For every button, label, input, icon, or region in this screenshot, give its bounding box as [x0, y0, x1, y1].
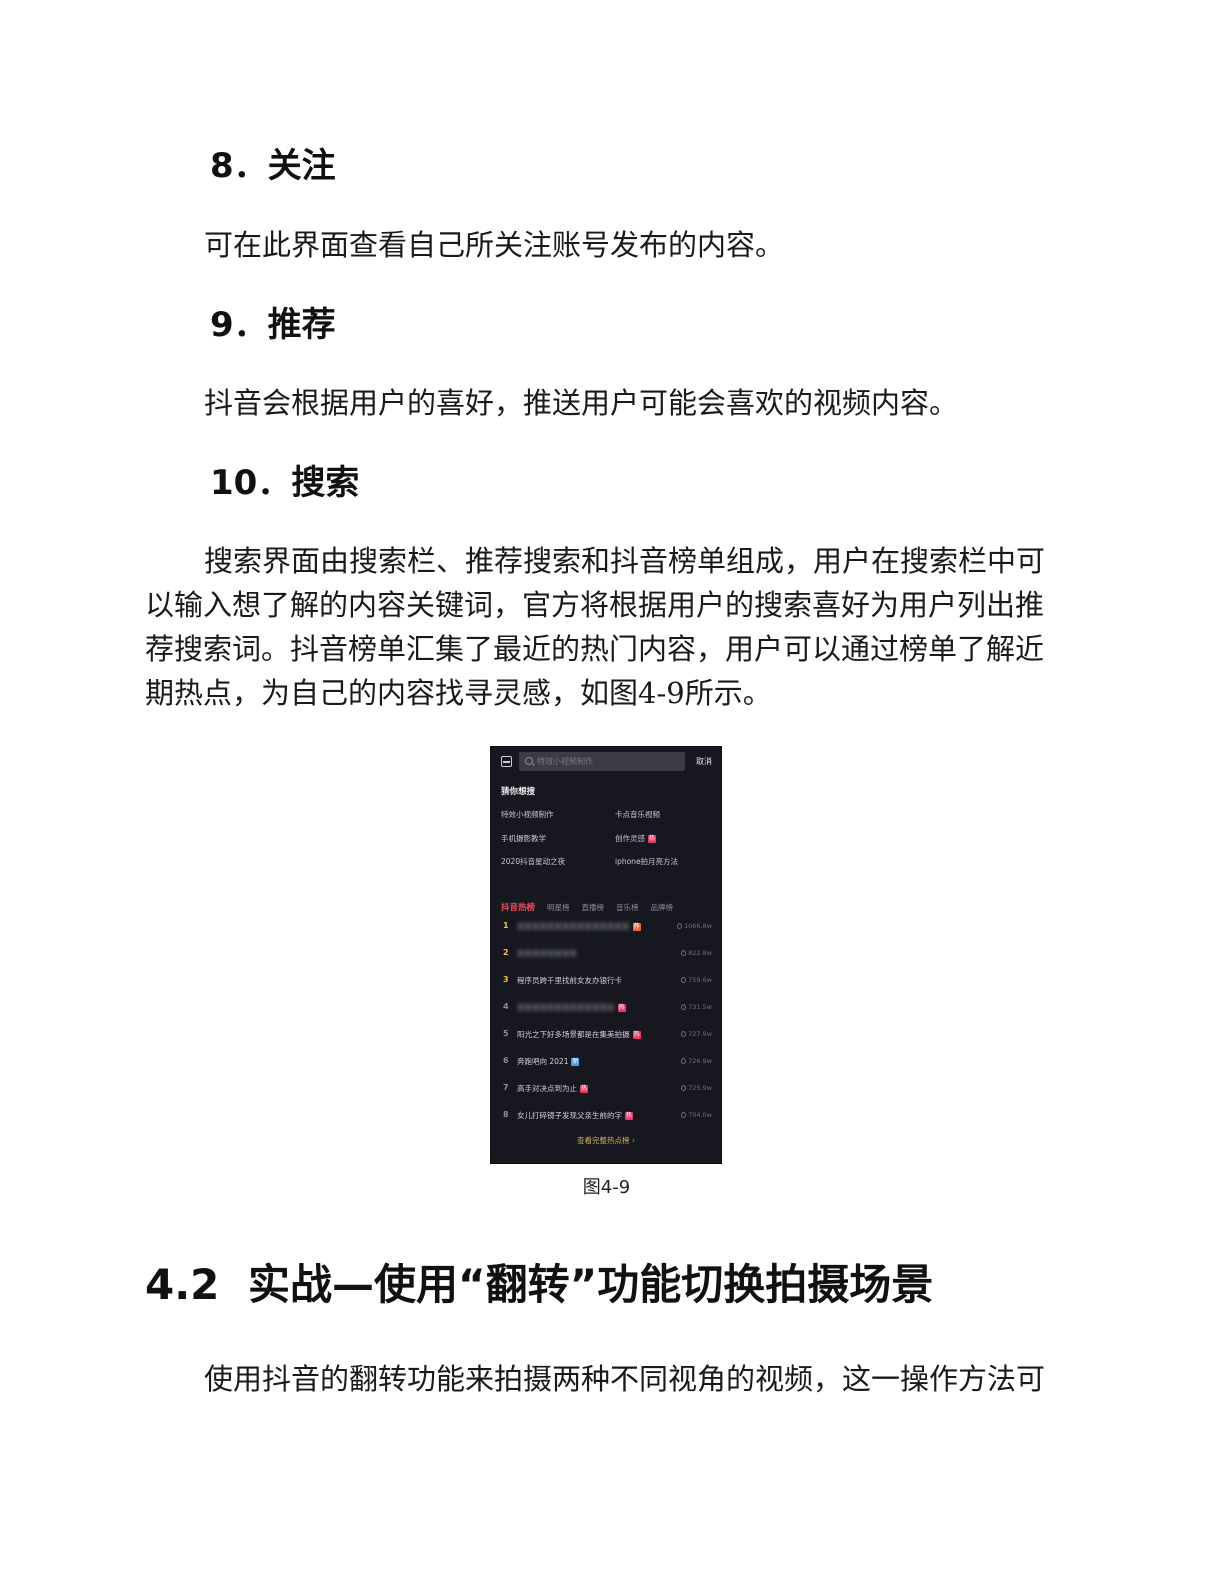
rank-number: 6	[503, 1056, 509, 1065]
rank-title: 奔跑吧向 2021 新	[517, 1057, 580, 1066]
search-icon	[525, 757, 533, 765]
rank-row[interactable]: 1 某某某某某某某某某某某某某某某荐 1066.8w	[491, 919, 721, 935]
hot-badge: 热	[617, 1004, 626, 1012]
rank-row[interactable]: 6 奔跑吧向 2021 新 726.9w	[491, 1054, 721, 1070]
rank-title: 程序员跨千里找前女友办银行卡	[517, 976, 622, 985]
scan-icon[interactable]	[501, 756, 512, 767]
rank-heat: 727.9w	[681, 1030, 712, 1038]
rank-heat: 1066.8w	[676, 922, 712, 930]
rank-tab[interactable]: 明星榜	[547, 902, 570, 913]
suggestion-item[interactable]: 特效小视频制作	[501, 809, 554, 820]
search-box[interactable]	[519, 752, 685, 771]
rank-tab[interactable]: 音乐榜	[616, 902, 639, 913]
rank-row[interactable]: 3 程序员跨千里找前女友办银行卡 759.6w	[491, 973, 721, 989]
rank-number: 7	[503, 1083, 509, 1092]
suggestion-text: iphone拍月亮方法	[615, 857, 679, 866]
suggestion-text: 卡点音乐视频	[615, 810, 660, 819]
rank-heat: 759.6w	[681, 976, 712, 984]
flame-icon	[681, 1031, 687, 1037]
suggestion-text: 2020抖音星动之夜	[501, 857, 566, 866]
section-heading-follow: 8．关注	[210, 146, 336, 186]
rank-heat: 725.9w	[681, 1084, 712, 1092]
recommend-description: 抖音会根据用户的喜好，推送用户可能会喜欢的视频内容。	[204, 386, 959, 420]
hot-badge: 热	[580, 1085, 588, 1093]
hot-badge: 热	[632, 1031, 641, 1039]
chevron-right-icon: ›	[631, 1136, 635, 1145]
hot-badge: 新	[571, 1058, 580, 1066]
rank-number: 8	[503, 1110, 509, 1119]
suggestion-text: 手机摄影教学	[501, 833, 546, 843]
section-body: 使用抖音的翻转功能来拍摄两种不同视角的视频，这一操作方法可	[204, 1362, 1046, 1396]
hot-badge: 荐	[632, 923, 641, 931]
rank-number: 2	[503, 948, 509, 957]
rank-title: 女儿打碎镜子发现父亲生前的字热	[517, 1111, 633, 1120]
rank-number: 4	[503, 1002, 509, 1011]
search-description: 搜索界面由搜索栏、推荐搜索和抖音榜单组成，用户在搜索栏中可 以输入想了解的内容关…	[145, 539, 1075, 715]
section-title: 4.2 实战—使用“翻转”功能切换拍摄场景	[145, 1260, 933, 1310]
rank-row[interactable]: 2 某某某某某某某某 822.8w	[491, 946, 721, 962]
search-input[interactable]	[537, 754, 677, 768]
paragraph-line: 期热点，为自己的内容找寻灵感，如图4-9所示。	[145, 676, 772, 710]
paragraph-line: 以输入想了解的内容关键词，官方将根据用户的搜索喜好为用户列出推	[145, 588, 1045, 622]
flame-icon	[676, 923, 682, 929]
suggestion-item[interactable]: iphone拍月亮方法	[615, 856, 678, 867]
section-heading-search: 10．搜索	[210, 463, 360, 503]
follow-description: 可在此界面查看自己所关注账号发布的内容。	[204, 228, 785, 262]
rank-row[interactable]: 8 女儿打碎镜子发现父亲生前的字热 704.0w	[491, 1108, 721, 1124]
search-bar-row: 取消	[491, 747, 721, 777]
rank-number: 3	[503, 975, 509, 984]
flame-icon	[681, 1112, 687, 1118]
rank-heat: 731.5w	[681, 1003, 712, 1011]
suggestion-text: 创作灵感	[615, 833, 645, 843]
flame-icon	[681, 1058, 687, 1064]
flame-icon	[681, 977, 687, 983]
rank-title: 阳光之下好多场景都是在集美拍摄热	[517, 1030, 641, 1039]
rank-number: 1	[503, 921, 509, 930]
rank-heat: 822.8w	[681, 949, 712, 957]
cancel-button[interactable]: 取消	[696, 756, 712, 767]
figure-caption: 图4-9	[582, 1177, 631, 1198]
rank-row[interactable]: 4 某某某某某某某某某某某某某热 731.5w	[491, 1000, 721, 1016]
rank-tab[interactable]: 品牌榜	[651, 902, 674, 913]
rank-heat: 704.0w	[681, 1111, 712, 1119]
rank-title: 高手对决点到为止热	[517, 1084, 588, 1093]
paragraph-line: 荐搜索词。抖音榜单汇集了最近的热门内容，用户可以通过榜单了解近	[145, 632, 1045, 666]
more-label: 查看完整热点榜	[577, 1136, 630, 1145]
rank-title: 某某某某某某某某	[517, 949, 577, 958]
flame-icon	[681, 1085, 687, 1091]
suggestion-item[interactable]: 2020抖音星动之夜	[501, 856, 565, 867]
suggestion-item[interactable]: 手机摄影教学	[501, 833, 546, 844]
section-number: 4.2	[145, 1260, 220, 1309]
suggestion-text: 特效小视频制作	[501, 810, 554, 819]
paragraph-line: 搜索界面由搜索栏、推荐搜索和抖音榜单组成，用户在搜索栏中可	[204, 544, 1046, 578]
hot-badge: 热	[625, 1112, 633, 1120]
flame-icon	[681, 1004, 687, 1010]
search-screen-figure: 取消 猜你想搜 特效小视频制作卡点音乐视频手机摄影教学创作灵感热2020抖音星动…	[490, 746, 722, 1164]
section-title-text: 实战—使用“翻转”功能切换拍摄场景	[248, 1260, 934, 1309]
rank-heat: 726.9w	[681, 1057, 712, 1065]
rank-tabs: 抖音热榜 明星榜 直播榜 音乐榜 品牌榜	[501, 895, 685, 914]
suggestion-item[interactable]: 创作灵感热	[615, 833, 656, 844]
rank-tab[interactable]: 直播榜	[582, 902, 605, 913]
rank-row[interactable]: 7 高手对决点到为止热 725.9w	[491, 1081, 721, 1097]
flame-icon	[681, 950, 687, 956]
suggest-title: 猜你想搜	[501, 787, 536, 797]
hot-badge: 热	[648, 834, 656, 843]
rank-title: 某某某某某某某某某某某某某某某荐	[517, 922, 641, 931]
suggestion-item[interactable]: 卡点音乐视频	[615, 809, 660, 820]
rank-number: 5	[503, 1029, 509, 1038]
section-heading-recommend: 9．推荐	[210, 305, 336, 345]
rank-title: 某某某某某某某某某某某某某热	[517, 1003, 626, 1012]
rank-tab[interactable]: 抖音热榜	[501, 901, 535, 913]
view-full-hot-list-link[interactable]: 查看完整热点榜 ›	[491, 1135, 721, 1146]
rank-row[interactable]: 5 阳光之下好多场景都是在集美拍摄热 727.9w	[491, 1027, 721, 1043]
